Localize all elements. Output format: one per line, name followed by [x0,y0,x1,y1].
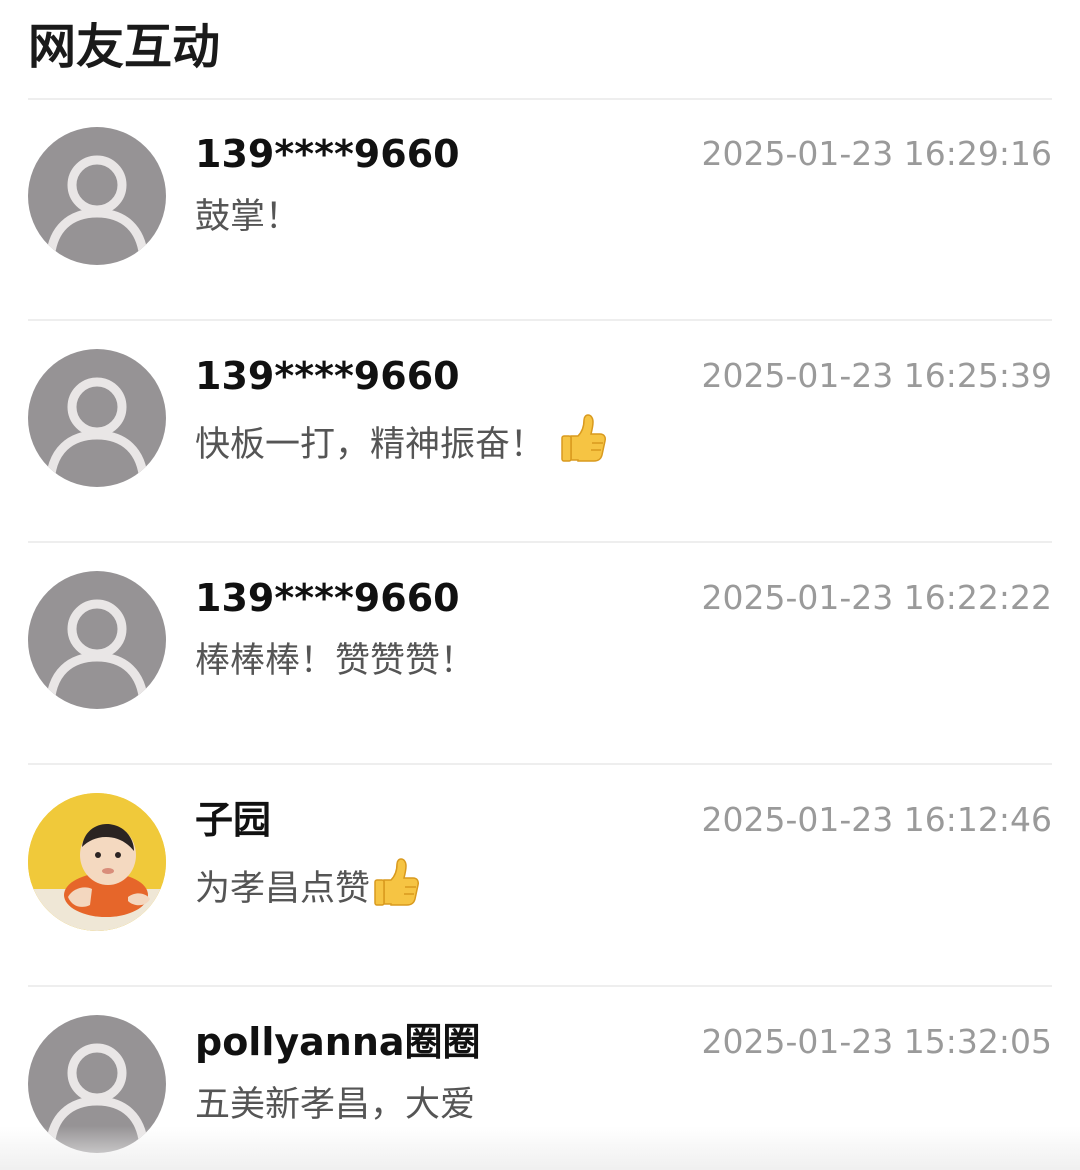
comment-username[interactable]: 子园 [195,796,271,844]
comment-username[interactable]: 139****9660 [195,130,460,178]
comment-timestamp: 2025-01-23 16:12:46 [701,800,1052,839]
thumbs-up-icon [372,858,422,922]
comment-username[interactable]: 139****9660 [195,352,460,400]
comment-text: 五美新孝昌，大爱 [195,1080,475,1130]
comment-item: 139****9660 2025-01-23 16:22:22 棒棒棒！赞赞赞！ [28,544,1052,765]
comment-text: 快板一打，精神振奋！ [195,414,609,478]
default-avatar-icon[interactable] [28,349,166,487]
comment-text-content: 快板一打，精神振奋！ [195,425,546,465]
comment-text-content: 棒棒棒！赞赞赞！ [195,641,476,681]
comment-username[interactable]: 139****9660 [195,574,460,622]
comment-text-content: 五美新孝昌，大爱 [195,1085,476,1125]
comment-item: 子园 2025-01-23 16:12:46 为孝昌点赞 [28,766,1052,987]
comment-divider [28,763,1052,765]
section-title: 网友互动 [28,19,221,75]
comment-timestamp: 2025-01-23 16:25:39 [701,356,1052,395]
comment-text: 为孝昌点赞 [195,858,422,922]
comment-item: 139****9660 2025-01-23 16:25:39 快板一打，精神振… [28,322,1052,543]
comment-divider [28,985,1052,987]
comment-item: pollyanna圈圈 2025-01-23 15:32:05 五美新孝昌，大爱 [28,988,1052,1170]
baby-photo-avatar[interactable] [28,793,166,931]
comment-item: 139****9660 2025-01-23 16:29:16 鼓掌！ [28,100,1052,321]
comment-timestamp: 2025-01-23 16:22:22 [701,578,1052,617]
default-avatar-icon[interactable] [28,571,166,709]
comment-text: 鼓掌！ [195,192,300,242]
comment-timestamp: 2025-01-23 15:32:05 [701,1022,1052,1061]
comment-text-content: 为孝昌点赞 [195,869,371,909]
comment-text-content: 鼓掌！ [195,197,301,237]
default-avatar-icon[interactable] [28,1015,166,1153]
default-avatar-icon[interactable] [28,127,166,265]
comment-text: 棒棒棒！赞赞赞！ [195,636,475,686]
comment-username[interactable]: pollyanna圈圈 [195,1018,481,1066]
comment-divider [28,319,1052,321]
comment-divider [28,541,1052,543]
comment-timestamp: 2025-01-23 16:29:16 [701,134,1052,173]
thumbs-up-icon [559,414,609,478]
